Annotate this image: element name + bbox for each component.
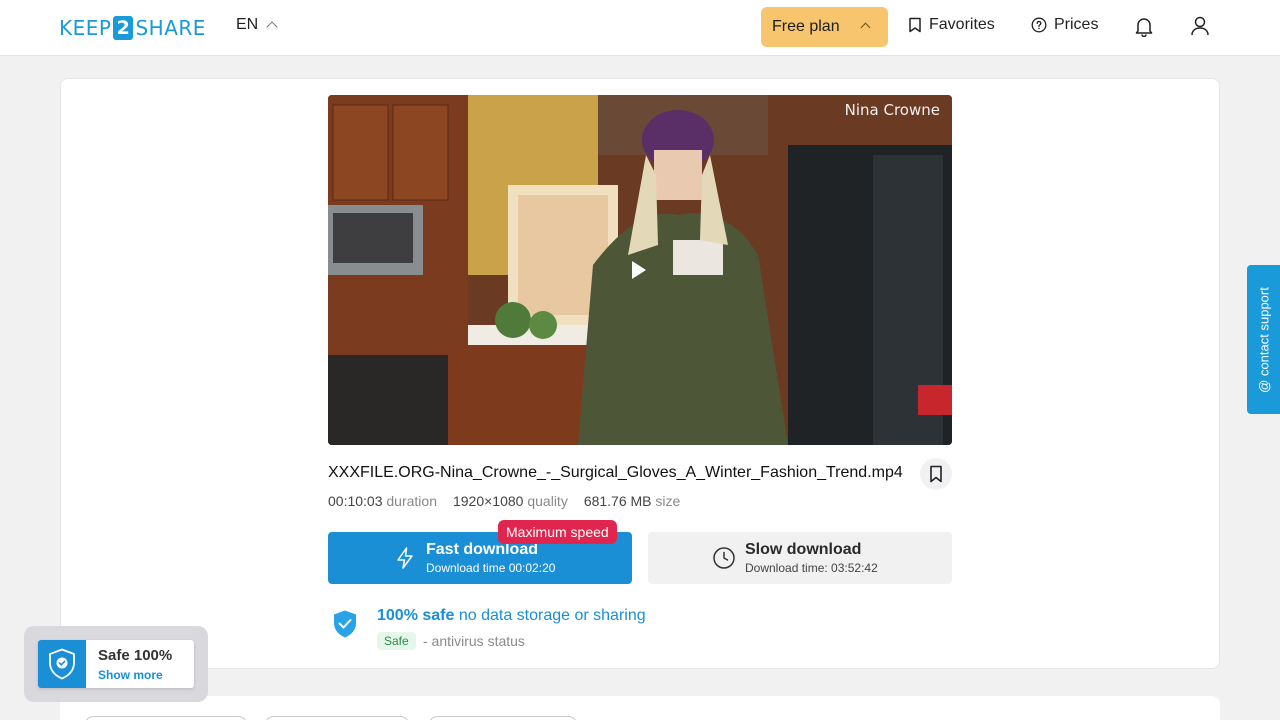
duration-value: 00:10:03 xyxy=(328,493,383,509)
quality-value: 1920×1080 xyxy=(452,493,524,509)
play-icon[interactable] xyxy=(632,261,646,279)
bookmark-icon xyxy=(909,17,921,33)
contact-support-label: @ contact support xyxy=(1256,286,1271,393)
safe-widget-title: Safe 100% xyxy=(98,647,173,664)
favorites-link[interactable]: Favorites xyxy=(908,16,995,34)
slow-download-time: Download time: 03:52:42 xyxy=(745,561,878,575)
logo-text-2: 2 xyxy=(113,16,134,40)
site-logo[interactable]: KEEP 2 SHARE xyxy=(59,15,206,41)
file-name: XXXFILE.ORG-Nina_Crowne_-_Surgical_Glove… xyxy=(328,464,903,481)
antivirus-status-label: - antivirus status xyxy=(423,633,525,649)
top-header: KEEP 2 SHARE EN Free plan Favorites Pric… xyxy=(0,0,1280,56)
add-favorite-button[interactable] xyxy=(920,458,952,490)
notifications-button[interactable] xyxy=(1132,14,1156,38)
quality-label: quality xyxy=(527,493,568,509)
logo-text-share: SHARE xyxy=(135,16,206,40)
safety-detail: no data storage or sharing xyxy=(458,607,646,624)
chevron-up-icon xyxy=(266,21,278,33)
lightning-icon xyxy=(397,547,413,569)
contact-support-tab[interactable]: @ contact support xyxy=(1247,265,1280,414)
safety-strong: 100% safe xyxy=(377,607,455,624)
plan-label: Free plan xyxy=(772,18,840,35)
safe-badge xyxy=(38,640,86,688)
safe-widget-card[interactable]: Safe 100% Show more xyxy=(38,640,194,688)
file-size: 681.76 MB size xyxy=(584,493,681,509)
safety-statement: 100% safe no data storage or sharing xyxy=(377,607,646,625)
size-label: size xyxy=(655,493,681,509)
safe-widget-link[interactable]: Show more xyxy=(98,668,163,682)
filter-chip[interactable] xyxy=(84,716,248,720)
slow-download-button[interactable]: Slow download Download time: 03:52:42 xyxy=(648,532,952,584)
help-circle-icon xyxy=(1031,17,1047,33)
shield-check-icon xyxy=(334,610,356,638)
video-preview[interactable]: Nina Crowne xyxy=(328,95,952,445)
duration-label: duration xyxy=(386,493,437,509)
fast-download-time: Download time 00:02:20 xyxy=(426,561,556,575)
prices-label: Prices xyxy=(1054,16,1099,33)
antivirus-safe-badge: Safe xyxy=(377,632,416,650)
language-label: EN xyxy=(236,16,259,33)
file-meta: 00:10:03 duration 1920×1080 quality 681.… xyxy=(328,493,680,509)
language-selector[interactable]: EN xyxy=(236,16,278,34)
logo-text-keep: KEEP xyxy=(59,16,112,40)
max-speed-badge: Maximum speed xyxy=(498,520,617,544)
shield-check-icon xyxy=(49,648,75,680)
filter-chip[interactable] xyxy=(428,716,578,720)
favorites-label: Favorites xyxy=(929,16,995,33)
clock-icon xyxy=(713,547,735,569)
prices-link[interactable]: Prices xyxy=(1031,16,1098,34)
bookmark-icon xyxy=(930,465,942,483)
slow-download-title: Slow download xyxy=(745,541,862,558)
size-value: 681.76 MB xyxy=(583,493,652,509)
safe-widget: Safe 100% Show more xyxy=(24,626,208,702)
account-button[interactable] xyxy=(1188,14,1212,38)
plan-button[interactable]: Free plan xyxy=(761,7,888,47)
user-icon xyxy=(1191,16,1209,36)
file-quality: 1920×1080 quality xyxy=(453,493,568,509)
video-watermark: Nina Crowne xyxy=(844,101,940,119)
filter-chip[interactable] xyxy=(264,716,410,720)
file-duration: 00:10:03 duration xyxy=(328,493,437,509)
chevron-up-icon xyxy=(860,22,871,33)
bell-icon xyxy=(1135,18,1153,37)
